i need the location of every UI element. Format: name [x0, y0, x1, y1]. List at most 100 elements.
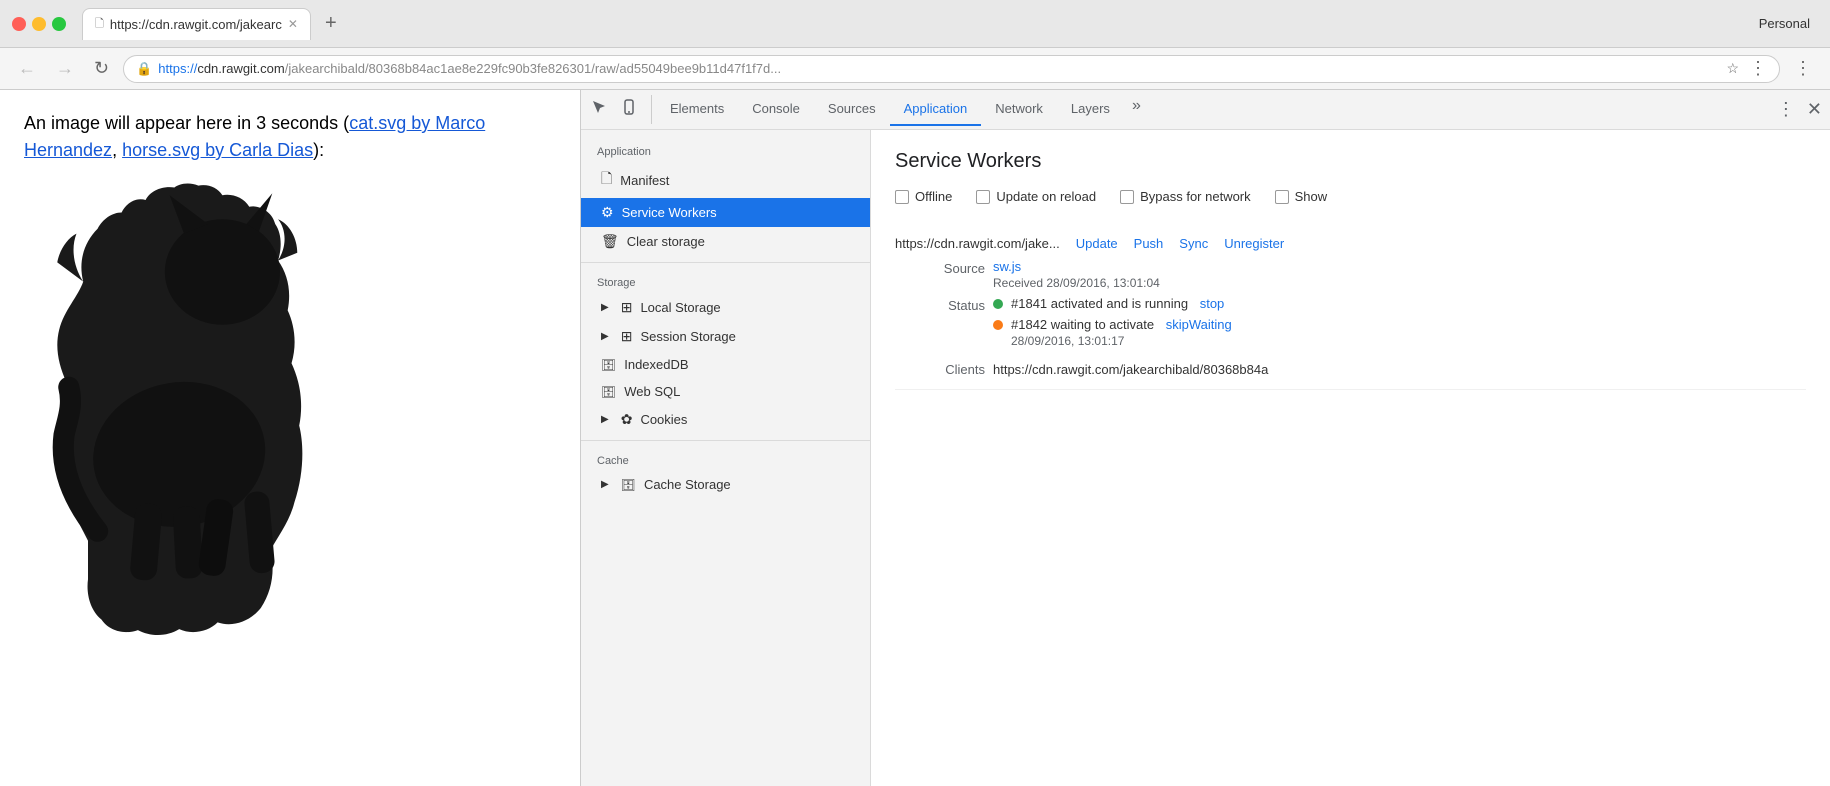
browser-window: 🗋 https://cdn.rawgit.com/jakearc ✕ + Per… — [0, 0, 1830, 786]
back-button[interactable]: ← — [12, 54, 42, 83]
extensions-button[interactable]: ⋮ — [1788, 54, 1818, 83]
page-text-after: ): — [313, 140, 324, 160]
status-value: #1841 activated and is running stop #184… — [993, 296, 1806, 354]
page-content: An image will appear here in 3 seconds (… — [0, 90, 580, 786]
panel-title: Service Workers — [895, 150, 1806, 173]
session-storage-label: Session Storage — [640, 329, 735, 344]
service-worker-entry: https://cdn.rawgit.com/jake... Update Pu… — [895, 224, 1806, 390]
tab-network[interactable]: Network — [981, 93, 1057, 126]
devtools-close-icon[interactable]: ✕ — [1803, 95, 1826, 124]
new-tab-button[interactable]: + — [315, 8, 347, 40]
tab-favicon-icon: 🗋 — [95, 15, 104, 34]
tab-elements[interactable]: Elements — [656, 93, 738, 126]
sidebar-item-manifest[interactable]: 🗋 Manifest — [581, 162, 870, 198]
indexeddb-icon: 🗄 — [601, 358, 616, 372]
close-button[interactable] — [12, 17, 26, 31]
sw-unregister-link[interactable]: Unregister — [1224, 236, 1284, 251]
devtools-panel: Elements Console Sources Application Net… — [580, 90, 1830, 786]
address-bar[interactable]: 🔒 https://cdn.rawgit.com/jakearchibald/8… — [123, 55, 1780, 83]
web-sql-label: Web SQL — [624, 384, 680, 399]
maximize-button[interactable] — [52, 17, 66, 31]
cat-image — [24, 176, 556, 661]
mobile-device-icon[interactable] — [615, 95, 643, 124]
update-on-reload-option[interactable]: Update on reload — [976, 189, 1096, 204]
sw-url-text: https://cdn.rawgit.com/jake... — [895, 236, 1060, 251]
devtools-menu-icon[interactable]: ⋮ — [1773, 95, 1799, 124]
service-workers-icon: ⚙ — [601, 204, 614, 221]
clients-value: https://cdn.rawgit.com/jakearchibald/803… — [993, 362, 1806, 377]
cache-divider — [581, 440, 870, 441]
clear-storage-icon: 🗑 — [601, 233, 619, 250]
manifest-label: Manifest — [620, 173, 669, 188]
minimize-button[interactable] — [32, 17, 46, 31]
devtools-main-panel: Service Workers Offline Update on reload — [871, 130, 1830, 786]
source-label: Source — [895, 259, 985, 290]
received-timestamp: Received 28/09/2016, 13:01:04 — [993, 276, 1806, 290]
sw-detail-grid: Source sw.js Received 28/09/2016, 13:01:… — [895, 259, 1806, 354]
cookies-arrow-icon: ▶ — [601, 414, 609, 425]
more-tabs-icon[interactable]: » — [1124, 93, 1149, 126]
source-file-link[interactable]: sw.js — [993, 259, 1021, 274]
tab-close-icon[interactable]: ✕ — [288, 17, 298, 31]
tab-console[interactable]: Console — [738, 93, 814, 126]
cursor-tool-icon[interactable] — [585, 95, 613, 124]
source-value: sw.js Received 28/09/2016, 13:01:04 — [993, 259, 1806, 290]
sidebar-item-clear-storage[interactable]: 🗑 Clear storage — [581, 227, 870, 256]
url-host: cdn.rawgit.com — [197, 61, 284, 76]
tab-sources[interactable]: Sources — [814, 93, 890, 126]
bypass-for-network-checkbox[interactable] — [1120, 190, 1134, 204]
traffic-lights — [12, 17, 66, 31]
status-1-text: #1841 activated and is running — [1011, 296, 1188, 311]
storage-divider — [581, 262, 870, 263]
skip-waiting-link[interactable]: skipWaiting — [1166, 317, 1232, 332]
show-checkbox[interactable] — [1275, 190, 1289, 204]
browser-tab[interactable]: 🗋 https://cdn.rawgit.com/jakearc ✕ — [82, 8, 311, 40]
sidebar-item-indexeddb[interactable]: 🗄 IndexedDB — [581, 351, 870, 378]
tab-application[interactable]: Application — [890, 93, 982, 126]
sidebar-item-cache-storage[interactable]: ▶ 🗄 Cache Storage — [581, 471, 870, 498]
tab-layers[interactable]: Layers — [1057, 93, 1124, 126]
status-row-2: #1842 waiting to activate skipWaiting 28… — [993, 317, 1806, 348]
sidebar-item-service-workers[interactable]: ⚙ Service Workers — [581, 198, 870, 227]
local-storage-label: Local Storage — [640, 300, 720, 315]
local-storage-icon: ⊞ — [621, 299, 633, 316]
devtools-actions: ⋮ ✕ — [1773, 95, 1826, 124]
clients-row: Clients https://cdn.rawgit.com/jakearchi… — [895, 362, 1806, 377]
nav-bar: ← → ↻ 🔒 https://cdn.rawgit.com/jakearchi… — [0, 48, 1830, 90]
status-label: Status — [895, 296, 985, 354]
sidebar-item-local-storage[interactable]: ▶ ⊞ Local Storage — [581, 293, 870, 322]
sidebar-item-session-storage[interactable]: ▶ ⊞ Session Storage — [581, 322, 870, 351]
offline-option[interactable]: Offline — [895, 189, 952, 204]
reload-button[interactable]: ↻ — [88, 54, 115, 83]
forward-button[interactable]: → — [50, 54, 80, 83]
update-on-reload-checkbox[interactable] — [976, 190, 990, 204]
session-storage-icon: ⊞ — [621, 328, 633, 345]
show-option[interactable]: Show — [1275, 189, 1328, 204]
status-2-timestamp: 28/09/2016, 13:01:17 — [1011, 334, 1232, 348]
local-storage-arrow-icon: ▶ — [601, 302, 609, 313]
sw-url-row: https://cdn.rawgit.com/jake... Update Pu… — [895, 236, 1806, 251]
options-row: Offline Update on reload Bypass for netw… — [895, 189, 1806, 204]
storage-section-title: Storage — [581, 269, 870, 293]
bookmark-icon[interactable]: ☆ — [1726, 60, 1739, 77]
status-orange-dot — [993, 320, 1003, 330]
url-path: /jakearchibald/80368b84ac1ae8e229fc90b3f… — [285, 61, 781, 76]
sw-sync-link[interactable]: Sync — [1179, 236, 1208, 251]
stop-link[interactable]: stop — [1200, 296, 1225, 311]
cookies-label: Cookies — [640, 412, 687, 427]
sidebar-item-cookies[interactable]: ▶ ✿ Cookies — [581, 405, 870, 434]
profile-button[interactable]: Personal — [1751, 12, 1818, 35]
devtools-body: Application 🗋 Manifest ⚙ Service Workers… — [581, 130, 1830, 786]
sw-update-link[interactable]: Update — [1076, 236, 1118, 251]
devtools-tabs: Elements Console Sources Application Net… — [656, 93, 1773, 126]
horse-link[interactable]: horse.svg by Carla Dias — [122, 140, 313, 160]
address-menu-icon[interactable]: ⋮ — [1749, 58, 1767, 79]
sw-push-link[interactable]: Push — [1134, 236, 1164, 251]
cookies-icon: ✿ — [621, 411, 633, 428]
offline-checkbox[interactable] — [895, 190, 909, 204]
title-bar: 🗋 https://cdn.rawgit.com/jakearc ✕ + Per… — [0, 0, 1830, 48]
content-area: An image will appear here in 3 seconds (… — [0, 90, 1830, 786]
show-label: Show — [1295, 189, 1328, 204]
bypass-for-network-option[interactable]: Bypass for network — [1120, 189, 1251, 204]
sidebar-item-web-sql[interactable]: 🗄 Web SQL — [581, 378, 870, 405]
